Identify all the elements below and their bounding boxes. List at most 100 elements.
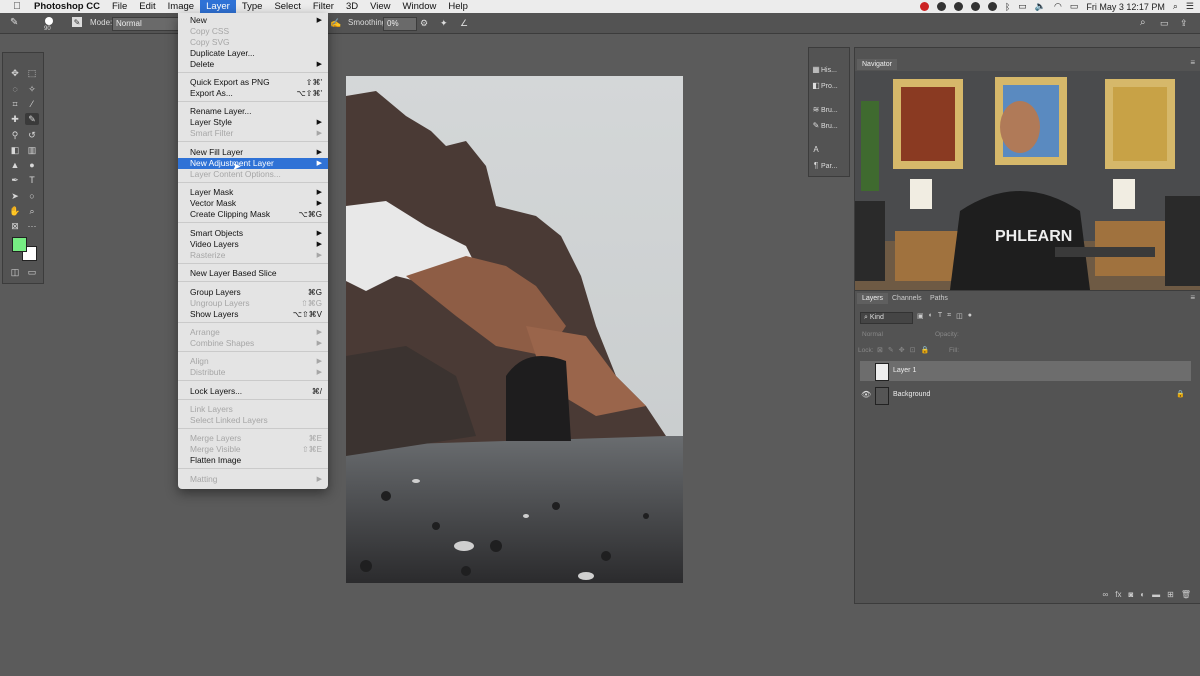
lock-position-icon[interactable]: ✥ [899,346,905,354]
layer-filter-select[interactable]: ⌕ Kind [860,312,913,324]
mode-select[interactable]: Normal [112,17,180,31]
menu-item-merge-layers[interactable]: Merge Layers ⌘E [178,433,328,444]
navigator-preview[interactable]: PHLEARN [855,71,1200,290]
menu-item-flatten-image[interactable]: Flatten Image [178,455,328,466]
layer-style-fx-icon[interactable]: fx [1115,590,1121,599]
menu-item-smart-objects[interactable]: Smart Objects ▶ [178,228,328,239]
menu-image[interactable]: Image [162,0,200,13]
share-icon[interactable]: ⇪ [1180,17,1188,29]
menu-item-ungroup-layers[interactable]: Ungroup Layers ⇧⌘G [178,298,328,309]
more-tools-icon[interactable]: ··· [25,220,39,232]
filter-pixel-icon[interactable]: ▣ [917,312,924,320]
menu-item-video-layers[interactable]: Video Layers ▶ [178,239,328,250]
menu-item-combine-shapes[interactable]: Combine Shapes ▶ [178,338,328,349]
cloud-icon[interactable] [936,2,946,11]
menu-item-layer-content-options[interactable]: Layer Content Options... [178,169,328,180]
history-brush-icon[interactable]: ↺ [25,129,39,141]
airbrush-icon[interactable]: ✦ [440,17,448,29]
type-tool-icon[interactable]: T [25,174,39,186]
tab-paths[interactable]: Paths [925,293,953,304]
smoothing-input[interactable]: 0% [383,17,417,31]
tab-navigator[interactable]: Navigator [857,59,897,70]
menu-item-select-linked-layers[interactable]: Select Linked Layers [178,415,328,426]
menu-window[interactable]: Window [397,0,443,13]
filter-type-icon[interactable]: T [938,312,942,320]
wifi-icon[interactable]: ◠ [1054,1,1062,12]
menu-item-lock-layers[interactable]: Lock Layers... ⌘/ [178,386,328,397]
shape-tool-icon[interactable]: ○ [25,190,39,202]
dodge-tool-icon[interactable]: ● [25,159,39,171]
marquee-tool-icon[interactable]: ⬚ [25,67,39,79]
lock-transparent-icon[interactable]: ⊠ [877,346,883,354]
menu-3d[interactable]: 3D [340,0,364,13]
status-app-icon[interactable] [919,2,929,11]
hand-tool-icon[interactable]: ✋ [8,205,22,217]
menu-file[interactable]: File [106,0,133,13]
lock-pixels-icon[interactable]: ✎ [888,346,894,354]
menu-item-layer-style[interactable]: Layer Style ▶ [178,117,328,128]
menu-item-copy-svg[interactable]: Copy SVG [178,37,328,48]
panel-history-button[interactable]: ▦His... [811,64,847,76]
menu-item-distribute[interactable]: Distribute ▶ [178,367,328,378]
menu-item-delete[interactable]: Delete ▶ [178,59,328,70]
filter-toggle-icon[interactable]: ● [968,312,972,320]
airplay-icon[interactable]: ▭ [1018,1,1027,12]
menu-type[interactable]: Type [236,0,269,13]
layer-row-layer-1[interactable]: Layer 1 [860,361,1191,381]
menu-item-rename-layer[interactable]: Rename Layer... [178,106,328,117]
menu-item-arrange[interactable]: Arrange ▶ [178,327,328,338]
quick-mask-icon[interactable]: ◫ [8,266,22,278]
blend-mode-select[interactable]: Normal [862,331,883,338]
menu-item-rasterize[interactable]: Rasterize ▶ [178,250,328,261]
filter-shape-icon[interactable]: ⌗ [947,312,951,320]
pen-tool-icon[interactable]: ✒ [8,174,22,186]
menu-item-duplicate-layer[interactable]: Duplicate Layer... [178,48,328,59]
magic-wand-icon[interactable]: ✧ [25,83,39,95]
menu-item-new-layer-based-slice[interactable]: New Layer Based Slice [178,268,328,279]
lasso-tool-icon[interactable]: ◌ [8,83,22,95]
filter-smart-object-icon[interactable]: ◫ [956,312,963,320]
frame-tool-icon[interactable]: ⊠ [8,220,22,232]
menu-item-group-layers[interactable]: Group Layers ⌘G [178,287,328,298]
creative-cloud-icon[interactable] [953,2,963,11]
brush-tool-icon[interactable]: ✎ [25,113,39,125]
menu-edit[interactable]: Edit [133,0,161,13]
visibility-eye-icon[interactable]: 👁 [861,385,871,405]
spotlight-search-icon[interactable]: ⌕ [1173,1,1178,12]
apple-icon[interactable]:  [10,1,24,12]
menubar-datetime[interactable]: Fri May 3 12:17 PM [1086,2,1165,12]
layer-row-background[interactable]: 👁 Background 🔒 [860,385,1191,405]
menu-item-new-fill-layer[interactable]: New Fill Layer ▶ [178,147,328,158]
menu-layer[interactable]: Layer [200,0,236,13]
tab-layers[interactable]: Layers [857,293,889,304]
brush-settings-icon[interactable]: ✎ [72,17,82,27]
healing-brush-icon[interactable]: ✚ [8,113,22,125]
menu-item-export-as[interactable]: Export As... ⌥⇧⌘' [178,88,328,99]
stamp-tool-icon[interactable]: ⚲ [8,129,22,141]
lock-all-icon[interactable]: 🔒 [921,346,930,354]
filter-adjustment-icon[interactable]: ◐ [929,312,933,320]
menu-item-link-layers[interactable]: Link Layers [178,404,328,415]
panel-properties-button[interactable]: ◧Pro... [811,80,847,92]
menu-item-merge-visible[interactable]: Merge Visible ⇧⌘E [178,444,328,455]
panel-character-button[interactable]: A [811,144,847,156]
panel-paragraph-button[interactable]: ¶ Par... [811,160,847,172]
notification-center-icon[interactable]: ☰ [1186,1,1194,12]
panel-menu-icon[interactable]: ≡ [1190,293,1195,302]
pressure-icon[interactable]: ✍ [330,17,341,29]
menu-app-name[interactable]: Photoshop CC [28,0,106,13]
new-group-icon[interactable]: ▬ [1152,590,1160,599]
tab-channels[interactable]: Channels [887,293,927,304]
menu-select[interactable]: Select [268,0,306,13]
zoom-tool-icon[interactable]: ⌕ [25,205,39,217]
eyedropper-icon[interactable]: ⁄ [25,98,39,110]
menu-view[interactable]: View [364,0,396,13]
battery-icon[interactable]: ▭ [1070,1,1079,12]
canvas-image[interactable] [346,76,683,583]
volume-icon[interactable]: 🔈 [1035,1,1046,12]
screen-mode-icon[interactable]: ▭ [25,266,39,278]
trash-icon[interactable]: 🗑 [1181,590,1191,599]
crop-tool-icon[interactable]: ⌗ [8,98,22,110]
blur-tool-icon[interactable]: ▲ [8,159,22,171]
panel-brushes-button[interactable]: ✎ Bru... [811,120,847,132]
